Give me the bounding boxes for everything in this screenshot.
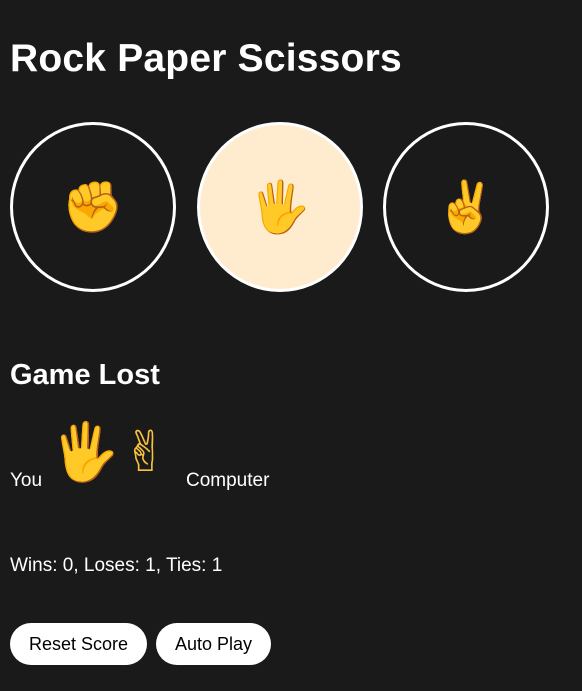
scissors-button[interactable]: ✌ <box>383 122 549 292</box>
paper-button[interactable]: 🖐 <box>197 122 363 292</box>
raised-hand-icon: 🖐 <box>248 179 312 235</box>
raised-fist-icon: ✊ <box>61 179 125 235</box>
reset-score-button[interactable]: Reset Score <box>10 623 148 665</box>
player-move-icon: 🖐 <box>50 420 120 483</box>
computer-move-icon: ✌ <box>122 420 169 483</box>
page-title: Rock Paper Scissors <box>10 37 402 80</box>
rock-button[interactable]: ✊ <box>10 122 176 292</box>
result-text: Game Lost <box>10 359 160 391</box>
auto-play-button[interactable]: Auto Play <box>156 623 272 665</box>
you-label: You <box>10 470 43 491</box>
computer-label: Computer <box>186 470 270 491</box>
victory-hand-icon: ✌ <box>434 179 498 235</box>
score-text: Wins: 0, Loses: 1, Ties: 1 <box>10 555 223 576</box>
game-page: Rock Paper Scissors ✊ 🖐 ✌ Game Lost You … <box>0 0 582 691</box>
